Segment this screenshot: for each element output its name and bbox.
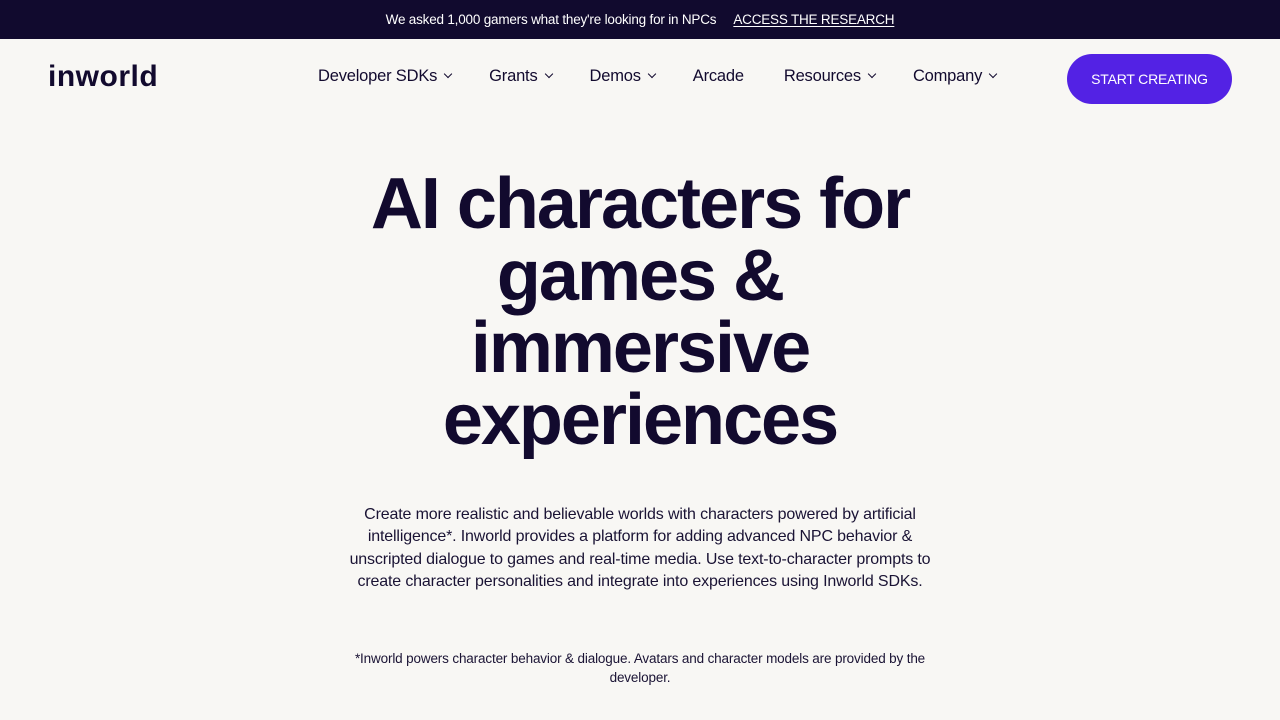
announcement-bar: We asked 1,000 gamers what they're looki… xyxy=(0,0,1280,39)
nav-label: Demos xyxy=(589,67,641,85)
nav-label: Arcade xyxy=(692,67,744,85)
chevron-down-icon xyxy=(647,69,657,79)
nav-resources[interactable]: Resources xyxy=(783,67,877,86)
nav-label: Resources xyxy=(783,67,861,85)
chevron-down-icon xyxy=(443,69,453,79)
access-research-link[interactable]: ACCESS THE RESEARCH xyxy=(733,12,894,27)
nav-demos[interactable]: Demos xyxy=(589,67,657,86)
nav-arcade[interactable]: Arcade xyxy=(693,67,744,86)
announcement-message: We asked 1,000 gamers what they're looki… xyxy=(385,12,717,27)
hero-title-line: games & xyxy=(496,236,785,316)
nav-grants[interactable]: Grants xyxy=(489,67,553,86)
start-creating-button[interactable]: START CREATING xyxy=(1067,54,1232,104)
nav-developer-sdks[interactable]: Developer SDKs xyxy=(318,67,453,86)
nav-label: Developer SDKs xyxy=(318,67,438,85)
hero-description: Create more realistic and believable wor… xyxy=(349,506,931,590)
nav-label: Grants xyxy=(489,67,538,85)
nav-company[interactable]: Company xyxy=(912,67,998,86)
inworld-logo[interactable]: inworld xyxy=(48,62,158,92)
main-nav: Developer SDKs Grants Demos Arcade Resou… xyxy=(318,67,998,86)
site-header: inworld Developer SDKs Grants Demos Arca… xyxy=(0,39,1280,121)
hero-title-line: AI characters for xyxy=(370,164,911,244)
hero-title-line: experiences xyxy=(442,380,839,460)
hero-footnote: *Inworld powers character behavior & dia… xyxy=(354,651,926,685)
chevron-down-icon xyxy=(867,69,877,79)
chevron-down-icon xyxy=(988,69,998,79)
hero-title-line: immersive xyxy=(470,308,811,388)
nav-label: Company xyxy=(912,67,983,85)
chevron-down-icon xyxy=(544,69,553,79)
hero-title: AI characters for games & immersive expe… xyxy=(0,168,1280,456)
